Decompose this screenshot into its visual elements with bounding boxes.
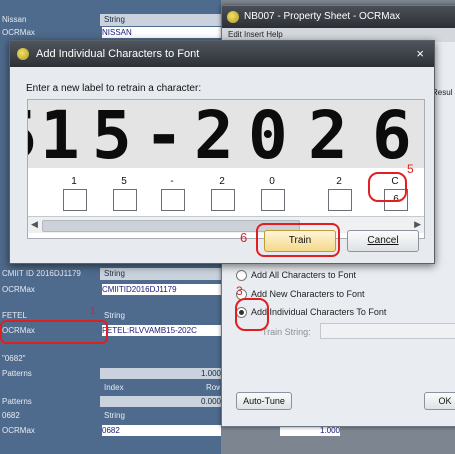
annotation-number: 3 bbox=[236, 284, 243, 298]
annotation-ring-character bbox=[368, 172, 407, 202]
character-input[interactable] bbox=[211, 189, 235, 211]
character-image: 5 bbox=[92, 99, 132, 174]
sheet-row-value[interactable]: 0682 bbox=[102, 425, 221, 436]
annotation-ring-value bbox=[0, 320, 108, 344]
annotation-ring-train bbox=[256, 223, 340, 257]
sheet-row-value[interactable]: FETEL:RLVVAMB15-202C bbox=[102, 325, 221, 336]
character-image-strip: 5 1 5 - 2 0 2 6 bbox=[28, 100, 424, 174]
sheet-row-label: OCRMax bbox=[2, 285, 35, 294]
sheet-row-label: Nissan bbox=[2, 15, 27, 24]
sheet-row-label: Patterns bbox=[2, 397, 32, 406]
character-label: 2 bbox=[219, 176, 225, 187]
cancel-button[interactable]: Cancel bbox=[347, 230, 419, 252]
app-icon bbox=[227, 11, 239, 23]
character-label: 0 bbox=[269, 176, 275, 187]
train-string-label: Train String: bbox=[262, 327, 311, 337]
sheet-row-value: 1.000 bbox=[100, 368, 221, 379]
close-icon[interactable]: × bbox=[416, 41, 424, 67]
auto-tune-button[interactable]: Auto-Tune bbox=[236, 392, 292, 410]
property-sheet-title: NB007 - Property Sheet - OCRMax bbox=[244, 11, 401, 22]
character-image: 5 bbox=[28, 100, 38, 176]
character-input[interactable] bbox=[161, 189, 185, 211]
sheet-row-extra: Row bbox=[206, 383, 220, 392]
sheet-row-type: String bbox=[104, 269, 125, 278]
character-label: 2 bbox=[336, 176, 342, 187]
scroll-right-icon[interactable]: ▶ bbox=[414, 219, 421, 230]
sheet-row-value[interactable]: CMIITID2016DJ1179 bbox=[102, 284, 221, 295]
dialog-prompt: Enter a new label to retrain a character… bbox=[26, 83, 202, 94]
radio-button[interactable] bbox=[236, 270, 247, 282]
app-icon bbox=[17, 48, 29, 60]
character-input[interactable] bbox=[113, 189, 137, 211]
character-image: 6 bbox=[372, 99, 412, 174]
character-image: 2 bbox=[194, 99, 234, 174]
sheet-row-label: OCRMax bbox=[2, 28, 35, 37]
annotation-number: 5 bbox=[407, 162, 414, 176]
sheet-row-label: 0682 bbox=[2, 411, 20, 420]
annotation-number: 6 bbox=[240, 230, 248, 245]
sheet-row-label: OCRMax bbox=[2, 426, 35, 435]
option-label: Add New Characters to Font bbox=[251, 289, 365, 299]
option-add-all-characters[interactable]: Add All Characters to Font bbox=[236, 270, 357, 282]
sheet-row-value[interactable]: NISSAN bbox=[102, 27, 221, 38]
sheet-row-value: 0.000 bbox=[100, 396, 221, 407]
ok-button[interactable]: OK bbox=[424, 392, 455, 410]
character-input[interactable] bbox=[328, 189, 352, 211]
annotation-ring-option bbox=[235, 298, 269, 331]
property-sheet-side-label[interactable]: Resul bbox=[432, 88, 452, 97]
character-image: - bbox=[144, 99, 184, 174]
property-sheet-title-bar: NB007 - Property Sheet - OCRMax bbox=[222, 6, 455, 28]
character-input[interactable] bbox=[63, 189, 87, 211]
dialog-title-bar: Add Individual Characters to Font × bbox=[10, 41, 434, 67]
sheet-row-type: String bbox=[104, 411, 125, 420]
sheet-row-type: String bbox=[104, 311, 125, 320]
character-image: 0 bbox=[248, 99, 288, 174]
sheet-row-type: Index bbox=[104, 383, 124, 392]
option-label: Add All Characters to Font bbox=[251, 270, 357, 280]
character-input[interactable] bbox=[261, 189, 285, 211]
character-label: 1 bbox=[71, 176, 77, 187]
sheet-row-label: CMIIT ID 2016DJ1179 bbox=[2, 269, 81, 278]
add-characters-dialog: Add Individual Characters to Font × Ente… bbox=[9, 40, 435, 264]
annotation-number: 1 bbox=[90, 306, 96, 317]
character-label: 5 bbox=[121, 176, 127, 187]
dialog-title: Add Individual Characters to Font bbox=[36, 48, 200, 60]
train-string-input[interactable] bbox=[320, 323, 455, 339]
character-image: 1 bbox=[40, 99, 80, 174]
character-label: - bbox=[170, 176, 174, 187]
sheet-row-type: String bbox=[104, 15, 125, 24]
character-image: 2 bbox=[308, 99, 348, 174]
sheet-row-label: "0682" bbox=[2, 354, 26, 363]
character-panel: 5 1 5 - 2 0 2 6 1 5 - 2 0 2 C 6 ◀ ▶ bbox=[27, 99, 425, 239]
scroll-left-icon[interactable]: ◀ bbox=[31, 219, 38, 230]
sheet-row-label: Patterns bbox=[2, 369, 32, 378]
option-label: Add Individual Characters To Font bbox=[251, 307, 387, 317]
